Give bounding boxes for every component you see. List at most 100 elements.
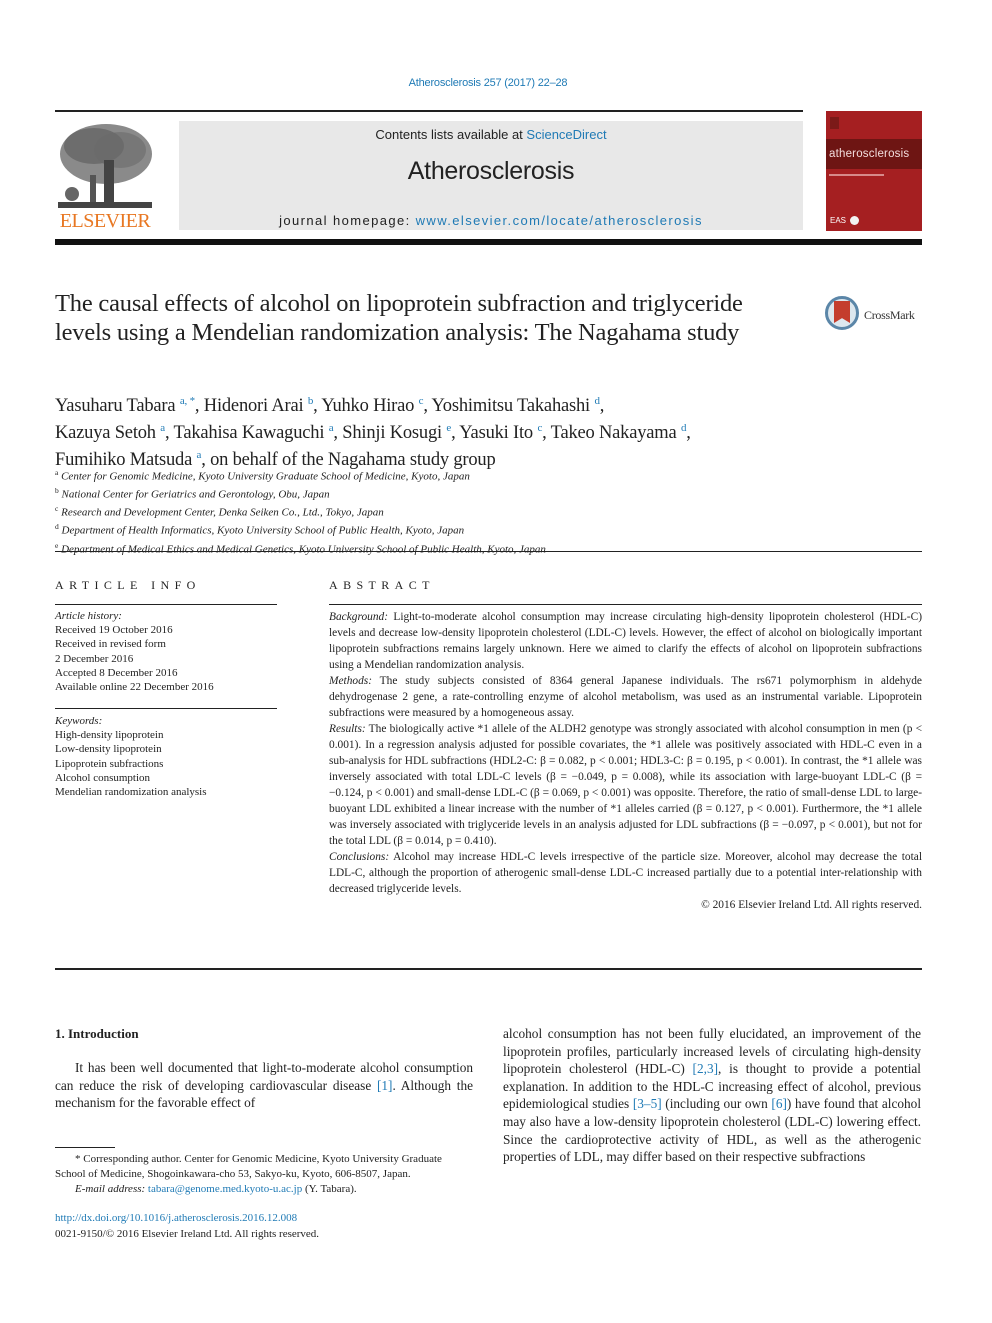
affiliation-item: d Department of Health Informatics, Kyot… <box>55 520 755 538</box>
affiliation-text: Center for Genomic Medicine, Kyoto Unive… <box>61 470 470 483</box>
author-name[interactable]: Yuhko Hirao <box>321 396 414 416</box>
author-separator: , <box>599 396 605 417</box>
author-name[interactable]: Shinji Kosugi <box>342 423 442 443</box>
author-name[interactable]: Hidenori Arai <box>204 396 304 416</box>
citation-link[interactable]: [1] <box>377 1078 393 1093</box>
author-affiliation-marker[interactable]: a, * <box>180 395 195 407</box>
abstract-section: Methods: The study subjects consisted of… <box>329 673 922 721</box>
issn-line: 0021-9150/© 2016 Elsevier Ireland Ltd. A… <box>55 1228 320 1240</box>
keywords-rule <box>55 708 277 709</box>
elsevier-wordmark: ELSEVIER <box>59 210 151 232</box>
cover-subtitle-bar <box>829 174 884 176</box>
abstract-copyright: © 2016 Elsevier Ireland Ltd. All rights … <box>701 899 922 911</box>
elsevier-logo[interactable]: ELSEVIER <box>54 120 156 233</box>
history-items: Received 19 October 2016 Received in revi… <box>55 623 280 694</box>
author-separator: , <box>423 396 432 417</box>
cover-publisher-mark <box>830 117 839 129</box>
abstract-body: Background: Light-to-moderate alcohol co… <box>329 609 922 913</box>
affiliation-rule <box>55 551 922 552</box>
abstract-bottom-rule <box>55 968 922 970</box>
journal-reference-link[interactable]: Atherosclerosis 257 (2017) 22–28 <box>0 77 976 89</box>
cover-badge-icon <box>850 216 859 225</box>
abstract-section: Results: The biologically active *1 alle… <box>329 721 922 849</box>
introduction-column-2: alcohol consumption has not been fully e… <box>503 1025 921 1166</box>
doi-link[interactable]: http://dx.doi.org/10.1016/j.atherosclero… <box>55 1210 319 1226</box>
journal-homepage-link[interactable]: www.elsevier.com/locate/atherosclerosis <box>416 213 703 228</box>
email-link[interactable]: tabara@genome.med.kyoto-u.ac.jp <box>148 1183 302 1195</box>
affiliation-text: Department of Medical Ethics and Medical… <box>61 543 546 556</box>
history-item: Received 19 October 2016 <box>55 624 173 637</box>
affiliation-item: b National Center for Geriatrics and Ger… <box>55 484 755 502</box>
affiliation-marker: e <box>55 540 59 550</box>
header-top-rule <box>55 110 803 112</box>
footnote-rule <box>55 1147 115 1148</box>
article-title: The causal effects of alcohol on lipopro… <box>55 290 743 346</box>
keyword-item: Alcohol consumption <box>55 771 151 784</box>
citation-link[interactable]: [6] <box>771 1096 787 1111</box>
affiliation-item: c Research and Development Center, Denka… <box>55 502 755 520</box>
affiliation-marker: d <box>55 522 59 532</box>
history-item: Accepted 8 December 2016 <box>55 666 178 679</box>
introduction-text: (including our own <box>661 1096 772 1112</box>
author-name[interactable]: Yoshimitsu Takahashi <box>432 396 591 416</box>
affiliation-marker: c <box>55 504 59 514</box>
citation-link[interactable]: [2,3] <box>693 1061 718 1076</box>
author-name[interactable]: Yasuharu Tabara <box>55 396 176 416</box>
contents-line: Contents lists available at ScienceDirec… <box>179 127 803 142</box>
author-name[interactable]: Takahisa Kawaguchi <box>174 423 325 443</box>
introduction-column-1: It has been well documented that light-t… <box>55 1059 473 1112</box>
abstract-heading: ABSTRACT <box>329 578 435 592</box>
cover-title: atherosclerosis <box>829 148 910 160</box>
author-separator: , <box>194 396 204 417</box>
affiliation-marker: b <box>55 486 59 496</box>
journal-cover-image[interactable]: atherosclerosis EAS <box>826 111 922 231</box>
history-item: Received in revised form <box>55 638 166 651</box>
author-name[interactable]: Takeo Nakayama <box>551 423 677 443</box>
email-label: E-mail address: <box>75 1183 148 1195</box>
email-line: E-mail address: tabara@genome.med.kyoto-… <box>55 1182 475 1197</box>
elsevier-tree-icon <box>58 124 152 208</box>
author-separator: , <box>333 423 343 444</box>
abstract-section-text: Light-to-moderate alcohol consumption ma… <box>329 611 922 671</box>
abstract-section: Background: Light-to-moderate alcohol co… <box>329 609 922 673</box>
crossmark-button[interactable]: CrossMark <box>825 296 925 336</box>
abstract-section-label: Conclusions: <box>329 851 390 863</box>
article-info-rule <box>55 604 277 605</box>
corresponding-author-footnote: * Corresponding author. Center for Genom… <box>55 1152 475 1197</box>
affiliation-text: Department of Health Informatics, Kyoto … <box>61 525 465 538</box>
homepage-line: journal homepage: www.elsevier.com/locat… <box>179 213 803 228</box>
cover-eas-label: EAS <box>830 216 847 225</box>
header-thick-rule <box>55 239 922 245</box>
article-info-heading: ARTICLE INFO <box>55 578 201 592</box>
abstract-sections: Background: Light-to-moderate alcohol co… <box>329 609 922 897</box>
keyword-item: Low-density lipoprotein <box>55 743 162 756</box>
author-separator: , <box>542 423 551 444</box>
keyword-item: High-density lipoprotein <box>55 729 164 742</box>
keyword-item: Mendelian randomization analysis <box>55 786 207 799</box>
keywords-label: Keywords: <box>55 715 103 727</box>
keyword-items: High-density lipoprotein Low-density lipo… <box>55 728 280 799</box>
author-separator: , <box>164 423 174 444</box>
abstract-section-label: Methods: <box>329 675 373 687</box>
citation-link[interactable]: [3–5] <box>633 1096 662 1111</box>
sciencedirect-link[interactable]: ScienceDirect <box>526 127 606 142</box>
doi-block: http://dx.doi.org/10.1016/j.atherosclero… <box>55 1210 319 1242</box>
abstract-section-label: Results: <box>329 723 366 735</box>
affiliation-marker: a <box>55 468 59 477</box>
affiliation-item: a Center for Genomic Medicine, Kyoto Uni… <box>55 466 755 484</box>
author-separator: , <box>686 423 691 444</box>
journal-name: Atherosclerosis <box>407 157 575 185</box>
author-name[interactable]: Yasuki Ito <box>459 423 533 443</box>
journal-masthead: Contents lists available at ScienceDirec… <box>179 121 803 230</box>
abstract-section-text: The study subjects consisted of 8364 gen… <box>329 675 922 719</box>
email-suffix: (Y. Tabara). <box>302 1183 357 1195</box>
affiliation-text: National Center for Geriatrics and Geron… <box>61 488 330 501</box>
keyword-item: Lipoprotein subfractions <box>55 757 164 770</box>
affiliation-text: Research and Development Center, Denka S… <box>61 506 384 519</box>
keywords: Keywords: High-density lipoprotein Low-de… <box>55 714 280 799</box>
abstract-rule <box>329 604 922 605</box>
history-label: Article history: <box>55 610 122 622</box>
crossmark-label: CrossMark <box>864 308 915 322</box>
author-name[interactable]: Kazuya Setoh <box>55 423 156 443</box>
corresponding-author-text: * Corresponding author. Center for Genom… <box>55 1153 442 1180</box>
